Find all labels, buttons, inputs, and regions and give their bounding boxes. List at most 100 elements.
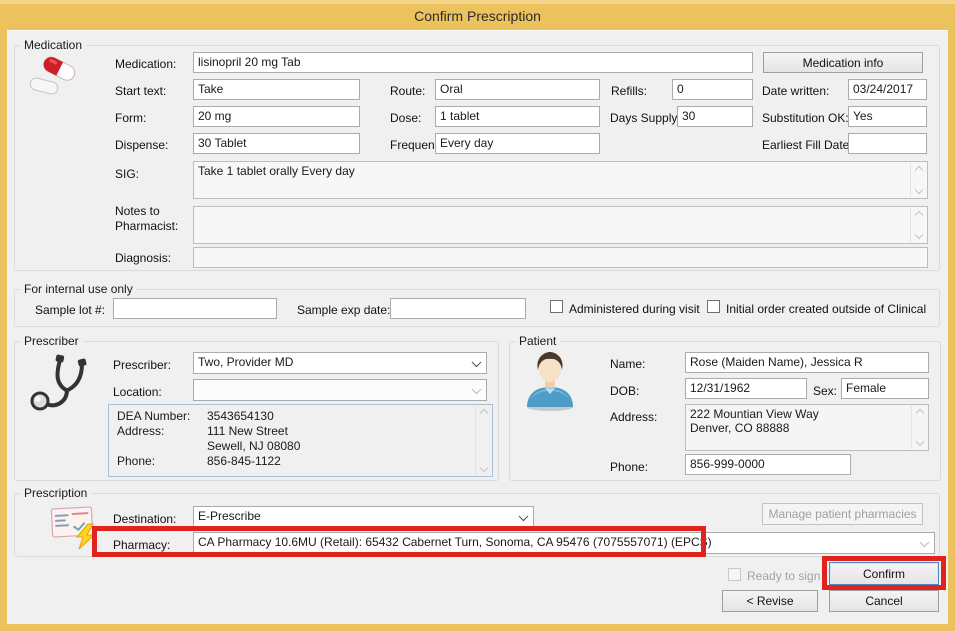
medication-info-button[interactable]: Medication info [763,52,923,73]
prescriber-address-line1: 111 New Street [207,424,288,438]
sample-lot-label: Sample lot #: [35,303,105,317]
dose-label: Dose: [390,111,421,125]
confirm-button[interactable]: Confirm [829,562,939,585]
chevron-down-icon [914,231,922,239]
ready-to-sign-checkbox[interactable] [728,568,741,581]
prescriber-field-label: Prescriber: [113,358,171,372]
pharmacy-dropdown[interactable]: CA Pharmacy 10.6MU (Retail): 65432 Caber… [193,532,935,554]
destination-label: Destination: [113,512,176,526]
sig-textarea[interactable]: Take 1 tablet orally Every day [193,161,928,199]
refills-input[interactable]: 0 [672,79,753,100]
substitution-ok-input[interactable]: Yes [848,106,927,127]
days-supply-label: Days Supply: [610,111,681,125]
confirm-prescription-dialog: Confirm Prescription Medication Medicati… [0,0,955,631]
sig-text: Take 1 tablet orally Every day [198,164,355,178]
prescriber-address-label: Address: [117,424,164,438]
destination-dropdown[interactable]: E-Prescribe [193,506,534,528]
form-input[interactable]: 20 mg [193,106,360,127]
location-dropdown[interactable] [193,379,487,401]
notes-label-line1: Notes to [115,204,160,218]
form-label: Form: [115,111,146,125]
destination-dropdown-value: E-Prescribe [198,509,261,523]
prescription-group-label: Prescription [20,486,91,500]
medication-input[interactable]: lisinopril 20 mg Tab [193,52,753,73]
ready-to-sign-label: Ready to sign [747,569,820,583]
sample-exp-date-input[interactable] [390,298,526,319]
medication-group-label: Medication [20,38,86,52]
patient-sex-label: Sex: [813,384,837,398]
manage-patient-pharmacies-button[interactable]: Manage patient pharmacies [762,503,923,525]
refills-label: Refills: [611,84,647,98]
date-written-label: Date written: [762,84,829,98]
patient-address-textarea[interactable]: 222 Mountian View Way Denver, CO 88888 [685,404,929,451]
days-supply-input[interactable]: 30 [677,106,753,127]
prescriber-details-scroll-arrows[interactable] [475,406,491,475]
notes-scroll-arrows[interactable] [910,208,926,242]
start-text-label: Start text: [115,84,166,98]
chevron-up-icon [914,166,922,174]
route-label: Route: [390,84,425,98]
person-icon [520,350,580,414]
stethoscope-icon [26,352,92,416]
pharmacy-dropdown-value: CA Pharmacy 10.6MU (Retail): 65432 Caber… [198,535,712,549]
prescriber-phone-value: 856-845-1122 [207,454,281,468]
prescriber-phone-label: Phone: [117,454,155,468]
dispense-input[interactable]: 30 Tablet [193,133,360,154]
earliest-fill-date-label: Earliest Fill Date: [762,138,853,152]
dispense-label: Dispense: [115,138,168,152]
notes-label-line2: Pharmacist: [115,219,178,233]
sig-scroll-arrows[interactable] [910,163,926,197]
prescriber-group-label: Prescriber [20,334,83,348]
dialog-title: Confirm Prescription [0,0,955,30]
patient-sex-input[interactable]: Female [841,378,929,399]
frequency-input[interactable]: Every day [435,133,600,154]
substitution-ok-label: Substitution OK: [762,111,849,125]
prescriber-details-panel[interactable]: DEA Number: 3543654130 Address: 111 New … [108,404,493,477]
diagnosis-label: Diagnosis: [115,251,171,265]
patient-dob-input[interactable]: 12/31/1962 [685,378,807,399]
start-text-input[interactable]: Take [193,79,360,100]
chevron-down-icon [473,386,480,393]
administered-during-visit-label: Administered during visit [569,302,700,316]
notes-to-pharmacist-textarea[interactable] [193,206,928,244]
patient-address-label: Address: [610,410,657,424]
sig-label: SIG: [115,167,139,181]
patient-address-line1: 222 Mountian View Way [690,407,908,421]
cancel-button[interactable]: Cancel [829,590,939,612]
dose-input[interactable]: 1 tablet [435,106,600,127]
initial-order-outside-clinical-checkbox[interactable] [707,300,720,313]
earliest-fill-date-input[interactable] [848,133,927,154]
prescriber-address-line2: Sewell, NJ 08080 [207,439,300,453]
dea-number-value: 3543654130 [207,409,274,423]
location-field-label: Location: [113,385,162,399]
patient-address-line2: Denver, CO 88888 [690,421,908,435]
prescriber-dropdown-value: Two, Provider MD [198,355,293,369]
chevron-up-icon [915,409,923,417]
date-written-input[interactable]: 03/24/2017 [848,79,927,100]
prescriber-dropdown[interactable]: Two, Provider MD [193,352,487,374]
sample-lot-input[interactable] [113,298,277,319]
dea-number-label: DEA Number: [117,409,190,423]
patient-phone-input[interactable]: 856-999-0000 [685,454,851,475]
patient-phone-label: Phone: [610,460,648,474]
administered-during-visit-checkbox[interactable] [550,300,563,313]
initial-order-outside-clinical-label: Initial order created outside of Clinica… [726,302,926,316]
revise-button[interactable]: < Revise [722,590,818,612]
pills-icon [28,56,82,106]
patient-name-label: Name: [610,357,645,371]
chevron-down-icon [479,464,487,472]
pharmacy-label: Pharmacy: [113,538,170,552]
medication-field-label: Medication: [115,57,176,71]
internal-use-group-label: For internal use only [20,282,137,296]
chevron-up-icon [479,409,487,417]
patient-name-input[interactable]: Rose (Maiden Name), Jessica R [685,352,929,373]
rx-pad-lightning-icon [46,502,104,550]
diagnosis-input[interactable] [193,247,928,268]
route-input[interactable]: Oral [435,79,600,100]
chevron-down-icon [915,438,923,446]
patient-group-label: Patient [515,334,560,348]
patient-address-scroll-arrows[interactable] [911,406,927,449]
chevron-down-icon [921,539,928,546]
chevron-up-icon [914,211,922,219]
patient-dob-label: DOB: [610,384,639,398]
